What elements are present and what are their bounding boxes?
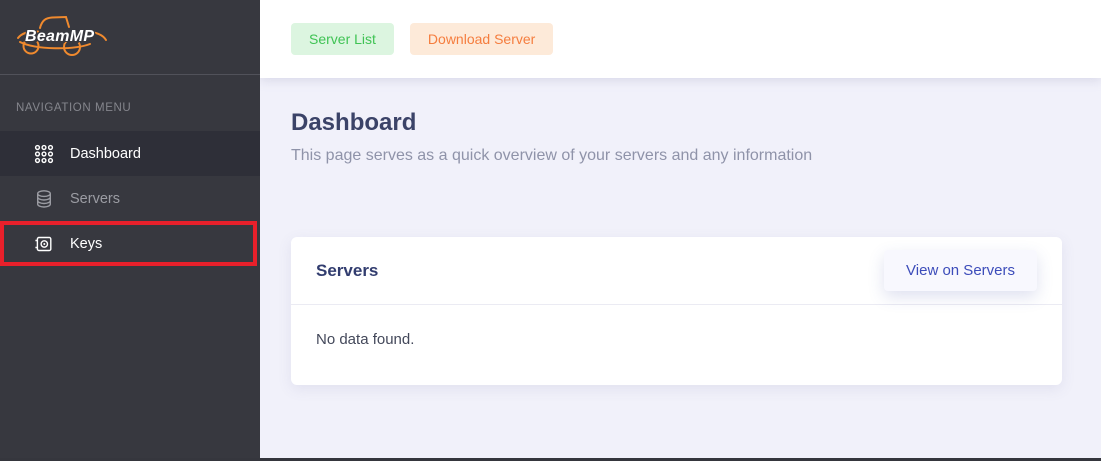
- server-list-button[interactable]: Server List: [291, 23, 394, 55]
- logo-area[interactable]: BeamMP: [0, 0, 260, 75]
- topbar: Server List Download Server: [260, 0, 1101, 78]
- safe-icon: [34, 234, 54, 254]
- nav-section-label: NAVIGATION MENU: [0, 75, 260, 131]
- beammp-logo: BeamMP: [16, 13, 110, 63]
- servers-card-header: Servers View on Servers: [291, 237, 1062, 305]
- sidebar-item-servers[interactable]: Servers: [0, 176, 260, 221]
- nav-menu: Dashboard Servers: [0, 131, 260, 266]
- sidebar-item-keys[interactable]: Keys: [0, 221, 257, 266]
- servers-card-body: No data found.: [291, 305, 1062, 374]
- page-title: Dashboard: [291, 109, 1101, 137]
- sidebar-item-dashboard[interactable]: Dashboard: [0, 131, 260, 176]
- main-content: Dashboard This page serves as a quick ov…: [260, 78, 1101, 461]
- servers-card: Servers View on Servers No data found.: [291, 237, 1062, 385]
- database-icon: [34, 189, 54, 209]
- sidebar-item-label: Servers: [70, 191, 120, 207]
- page-subtitle: This page serves as a quick overview of …: [291, 147, 1101, 165]
- empty-state-text: No data found.: [316, 331, 414, 348]
- grid-dots-icon: [34, 144, 54, 164]
- sidebar-item-label: Keys: [70, 236, 102, 252]
- view-on-servers-button[interactable]: View on Servers: [884, 250, 1037, 291]
- download-server-button[interactable]: Download Server: [410, 23, 553, 55]
- servers-card-title: Servers: [316, 261, 378, 281]
- logo-text: BeamMP: [25, 28, 94, 46]
- sidebar: BeamMP NAVIGATION MENU Dashboard: [0, 0, 260, 461]
- sidebar-item-label: Dashboard: [70, 146, 141, 162]
